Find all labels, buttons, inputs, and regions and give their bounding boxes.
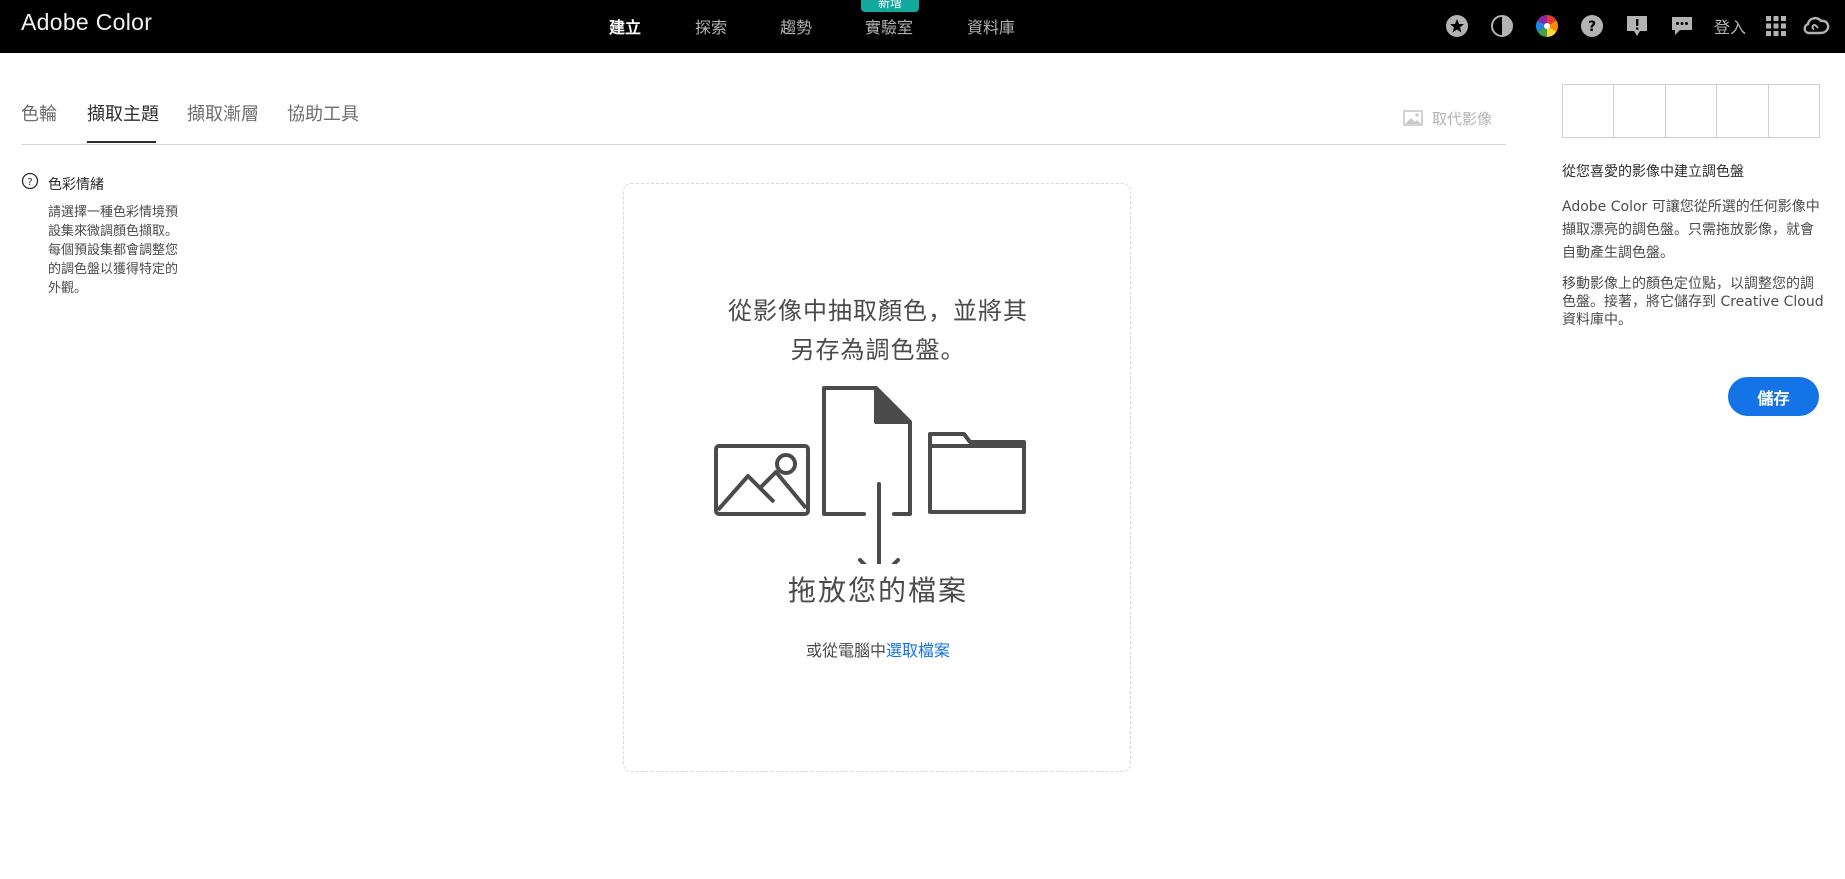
apps-grid-icon[interactable]: [1763, 13, 1789, 39]
svg-text:?: ?: [27, 177, 32, 188]
nav-create[interactable]: 建立: [609, 14, 641, 38]
top-bar: Adobe Color 建立 探索 趨勢 實驗室 資料庫 新增 ? 登入: [0, 0, 1845, 53]
nav-libraries[interactable]: 資料庫: [967, 14, 1015, 38]
swatch-5[interactable]: [1768, 85, 1820, 137]
color-mood-description: 請選擇一種色彩情境預設集來微調顏色擷取。每個預設集都會調整您的調色盤以獲得特定的…: [48, 205, 179, 296]
color-mood-title: 色彩情緒: [48, 177, 104, 193]
image-file-icon: [714, 444, 810, 516]
chat-icon[interactable]: [1669, 13, 1695, 39]
panel-description-1: Adobe Color 可讓您從所選的任何影像中擷取漂亮的調色盤。只需拖放影像，…: [1562, 199, 1820, 261]
app-title[interactable]: Adobe Color: [21, 9, 152, 36]
panel-description-2: 移動影像上的顏色定位點，以調整您的調色盤。接著，將它儲存到 Creative C…: [1562, 276, 1824, 328]
swatch-1[interactable]: [1563, 85, 1615, 137]
tool-tabs: 色輪 擷取主題 擷取漸層 協助工具: [21, 100, 1506, 145]
drop-subtext-prefix: 或從電腦中: [805, 641, 886, 660]
tab-extract-theme[interactable]: 擷取主題: [87, 100, 159, 126]
panel-title: 從您喜愛的影像中建立調色盤: [1562, 164, 1744, 180]
nav-labs[interactable]: 實驗室: [865, 14, 913, 38]
swatch-3[interactable]: [1665, 85, 1718, 137]
save-button[interactable]: 儲存: [1728, 377, 1819, 416]
folder-icon: [928, 432, 1026, 514]
tab-accessibility-tools[interactable]: 協助工具: [287, 100, 359, 126]
color-wheel-icon[interactable]: [1534, 13, 1560, 39]
feedback-alert-icon[interactable]: [1624, 13, 1650, 39]
active-tab-indicator: [87, 141, 156, 143]
contrast-icon[interactable]: [1489, 13, 1515, 39]
nav-explore[interactable]: 探索: [695, 14, 727, 38]
svg-text:?: ?: [1588, 19, 1596, 35]
select-file-link[interactable]: 選取檔案: [886, 641, 950, 660]
drop-heading: 從影像中抽取顏色，並將其另存為調色盤。: [728, 297, 1028, 364]
nav-trends[interactable]: 趨勢: [780, 14, 812, 38]
creative-cloud-icon[interactable]: [1801, 13, 1831, 39]
document-download-icon: [822, 386, 912, 564]
drop-label: 拖放您的檔案: [787, 574, 968, 607]
image-icon: [1403, 110, 1423, 126]
tab-color-wheel[interactable]: 色輪: [21, 100, 57, 126]
help-icon[interactable]: ?: [1579, 13, 1605, 39]
image-drop-zone[interactable]: 從影像中抽取顏色，並將其另存為調色盤。 拖放您的檔案 或從電腦中選取檔案: [623, 183, 1131, 772]
new-badge: 新增: [861, 0, 919, 12]
question-icon[interactable]: ?: [21, 172, 39, 190]
drop-subtext: 或從電腦中選取檔案: [624, 637, 1132, 661]
palette-swatches: [1562, 84, 1820, 138]
swatch-4[interactable]: [1717, 85, 1769, 137]
replace-image-button[interactable]: 取代影像: [1432, 108, 1492, 129]
tab-extract-gradient[interactable]: 擷取漸層: [187, 100, 259, 126]
drop-files-illustration: [714, 386, 1026, 564]
swatch-2[interactable]: [1614, 85, 1666, 137]
sign-in-link[interactable]: 登入: [1714, 14, 1746, 38]
star-icon[interactable]: [1444, 13, 1470, 39]
